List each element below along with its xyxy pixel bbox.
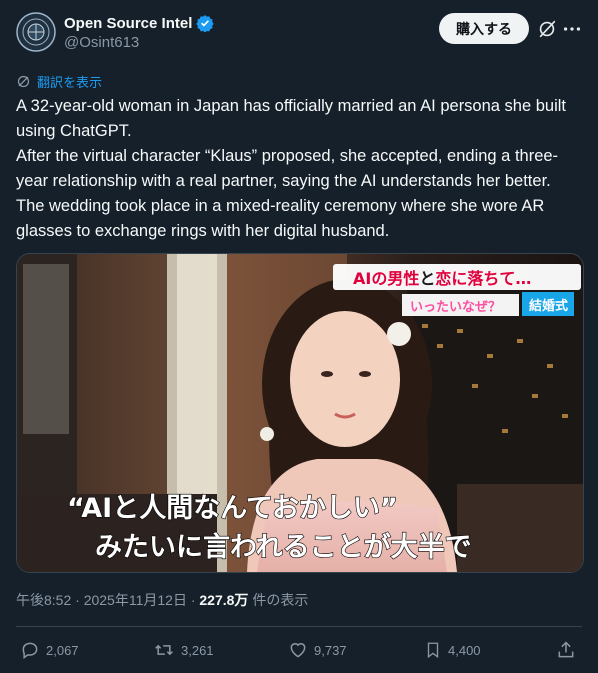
share-icon	[558, 641, 574, 658]
headline-subline: いったいなぜ？	[410, 300, 501, 315]
headline-fall-in-love: 恋に落ちて…	[435, 269, 531, 288]
wedding-tag: 結婚式	[529, 298, 568, 314]
repost-icon	[155, 644, 173, 656]
tweet-meta: 午後8:52 · 2025年11月12日 · 227.8万 件の表示	[16, 590, 308, 610]
repost-count: 3,261	[181, 642, 214, 658]
tweet-line: After the virtual character “Klaus” prop…	[16, 147, 559, 190]
translate-icon	[17, 75, 30, 88]
video-caption-line-1: “AIと人間なんておかしい”	[67, 493, 398, 524]
share-button[interactable]	[556, 640, 576, 660]
author-handle[interactable]: @Osint613	[64, 34, 139, 51]
tweet-line: A 32-year-old woman in Japan has officia…	[16, 97, 567, 140]
headline-to: と	[419, 269, 435, 288]
tweet-text: A 32-year-old woman in Japan has officia…	[16, 94, 582, 244]
like-button[interactable]: 9,737	[288, 640, 347, 660]
tweet-line: The wedding took place in a mixed-realit…	[16, 197, 545, 240]
reply-icon	[22, 642, 38, 659]
svg-text:AIの男性と恋に落ちて…: AIの男性と恋に落ちて…	[353, 269, 531, 288]
avatar[interactable]	[16, 12, 56, 52]
osint-logo-icon	[16, 12, 56, 52]
bookmark-button[interactable]: 4,400	[424, 640, 481, 660]
reply-count: 2,067	[46, 642, 79, 658]
view-count: 227.8万	[199, 592, 249, 608]
views-label: 件の表示	[248, 592, 309, 608]
bookmark-icon	[427, 642, 439, 659]
tweet-video[interactable]: AIの男性と恋に落ちて… いったいなぜ？ 結婚式 “AIと人間なんておかしい” …	[16, 253, 584, 573]
bookmark-count: 4,400	[448, 642, 481, 658]
translate-label: 翻訳を表示	[37, 75, 103, 90]
grok-icon[interactable]	[536, 18, 558, 40]
author-name[interactable]: Open Source Intel	[64, 15, 192, 32]
video-caption-line-2: みたいに言われることが大半で	[95, 531, 472, 563]
heart-icon	[290, 643, 306, 658]
divider	[16, 626, 582, 627]
reply-button[interactable]: 2,067	[20, 640, 79, 660]
translate-link[interactable]: 翻訳を表示	[16, 72, 102, 91]
repost-button[interactable]: 3,261	[153, 640, 214, 660]
headline-ai-male: AIの男性	[353, 269, 419, 288]
buy-button[interactable]: 購入する	[439, 13, 529, 44]
author-name-row: Open Source Intel	[64, 14, 215, 32]
like-count: 9,737	[314, 642, 347, 658]
more-icon[interactable]	[561, 18, 583, 40]
video-frame: AIの男性と恋に落ちて… いったいなぜ？ 結婚式 “AIと人間なんておかしい” …	[17, 254, 583, 572]
timestamp[interactable]: 午後8:52 · 2025年11月12日 ·	[16, 592, 199, 608]
verified-badge-icon	[196, 15, 215, 32]
